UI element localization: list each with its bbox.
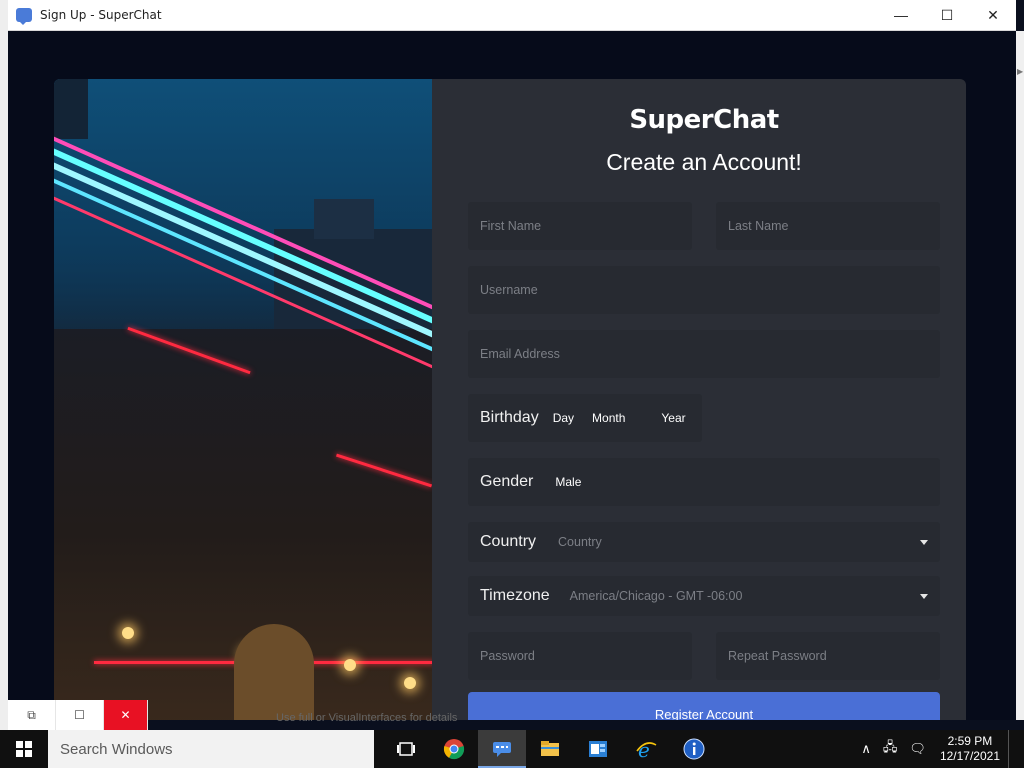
birthday-year-select[interactable]: Year [661,411,685,425]
close-button[interactable]: ✕ [970,0,1016,30]
signup-card: SuperChat Create an Account! First Name … [54,79,966,720]
outlook-icon[interactable] [574,730,622,768]
timezone-select[interactable]: Timezone America/Chicago - GMT -06:00 [468,576,940,616]
password-input[interactable]: Password [468,632,692,680]
street-lamp [344,659,356,671]
birthday-label: Birthday [480,409,539,426]
clock-date: 12/17/2021 [939,749,1000,763]
photo-archway [234,624,314,720]
window-controls: — ☐ ✕ [878,0,1016,30]
start-button[interactable] [0,730,48,768]
gender-select[interactable]: Male [555,475,581,489]
form-heading: Create an Account! [606,149,802,175]
window-client: SuperChat Create an Account! First Name … [8,31,1016,720]
photo-building [314,199,374,239]
file-explorer-icon[interactable] [526,730,574,768]
info-icon[interactable] [670,730,718,768]
scroll-arrow-icon[interactable]: ▶ [1017,67,1023,76]
task-view-icon[interactable] [382,730,430,768]
signup-form: SuperChat Create an Account! First Name … [432,79,966,720]
system-tray: ∧ 🖧 🗨 2:59 PM 12/17/2021 [855,730,1024,768]
photo-tower [54,79,88,139]
username-input[interactable]: Username [468,266,940,314]
street-lamp [122,627,134,639]
country-label: Country [480,533,537,550]
gender-row: Gender Male [468,458,940,506]
repeat-password-placeholder: Repeat Password [728,649,827,663]
taskbar-clock[interactable]: 2:59 PM 12/17/2021 [940,734,1000,764]
register-button[interactable]: Register Account [468,692,940,720]
email-row: Email Address [468,330,940,378]
chevron-down-icon[interactable] [920,593,928,599]
timezone-value: America/Chicago - GMT -06:00 [569,589,743,603]
scrollbar[interactable]: ▶ [1016,31,1024,720]
gender-label: Gender [480,473,534,490]
chrome-icon[interactable] [430,730,478,768]
email-placeholder: Email Address [480,347,560,361]
country-select[interactable]: Country Country [468,522,940,562]
timezone-label: Timezone [480,587,550,604]
network-icon[interactable]: 🖧 [883,738,898,760]
country-placeholder: Country [558,535,602,549]
windows-logo-icon [16,741,32,757]
password-placeholder: Password [480,649,535,663]
notification-icon[interactable]: 🗨 [909,741,926,757]
background-text: Use full or VisualInterfaces for details [276,712,458,724]
first-name-placeholder: First Name [480,219,542,233]
username-row: Username [468,266,940,314]
minimize-button[interactable]: — [878,0,924,30]
birthday-day-select[interactable]: Day [553,411,574,425]
blank-button[interactable]: ☐ [56,700,104,730]
desktop-edge [0,0,8,730]
first-name-input[interactable]: First Name [468,202,692,250]
street-lamp [404,677,416,689]
birthday-month-select[interactable]: Month [592,411,625,425]
window-titlebar[interactable]: Sign Up - SuperChat — ☐ ✕ [8,0,1016,31]
chevron-down-icon[interactable] [920,539,928,545]
last-name-input[interactable]: Last Name [716,202,940,250]
window-title: Sign Up - SuperChat [40,8,162,22]
restore-button[interactable]: ⧉ [8,700,56,730]
email-input[interactable]: Email Address [468,330,940,378]
timezone-row: Timezone America/Chicago - GMT -06:00 [468,576,940,616]
birthday-field: Birthday Day Month Year [468,394,702,442]
password-row: Password Repeat Password [468,632,940,680]
taskbar-apps: e [382,730,718,768]
country-row: Country Country [468,522,940,562]
city-night-photo [54,79,432,720]
gender-field: Gender Male [468,458,940,506]
birthday-row: Birthday Day Month Year [468,394,940,442]
taskbar-search-input[interactable]: Search Windows [48,730,374,768]
mini-close-button[interactable]: ✕ [104,700,148,730]
clock-time: 2:59 PM [947,734,993,748]
name-row: First Name Last Name [468,202,940,250]
superchat-app-icon [16,8,32,25]
chevron-up-icon[interactable]: ∧ [861,741,871,757]
maximize-button[interactable]: ☐ [924,0,970,30]
internet-explorer-icon[interactable]: e [622,730,670,768]
last-name-placeholder: Last Name [728,219,789,233]
show-desktop-button[interactable] [1008,730,1014,768]
taskbar: Search Windows e ∧ 🖧 🗨 2:59 PM 12/17/202… [0,730,1024,768]
svg-text:e: e [638,738,650,761]
repeat-password-input[interactable]: Repeat Password [716,632,940,680]
username-placeholder: Username [480,283,538,297]
superchat-icon[interactable] [478,730,526,768]
brand-logo: SuperChat [629,105,779,135]
mini-window-controls: ⧉ ☐ ✕ [8,700,148,730]
